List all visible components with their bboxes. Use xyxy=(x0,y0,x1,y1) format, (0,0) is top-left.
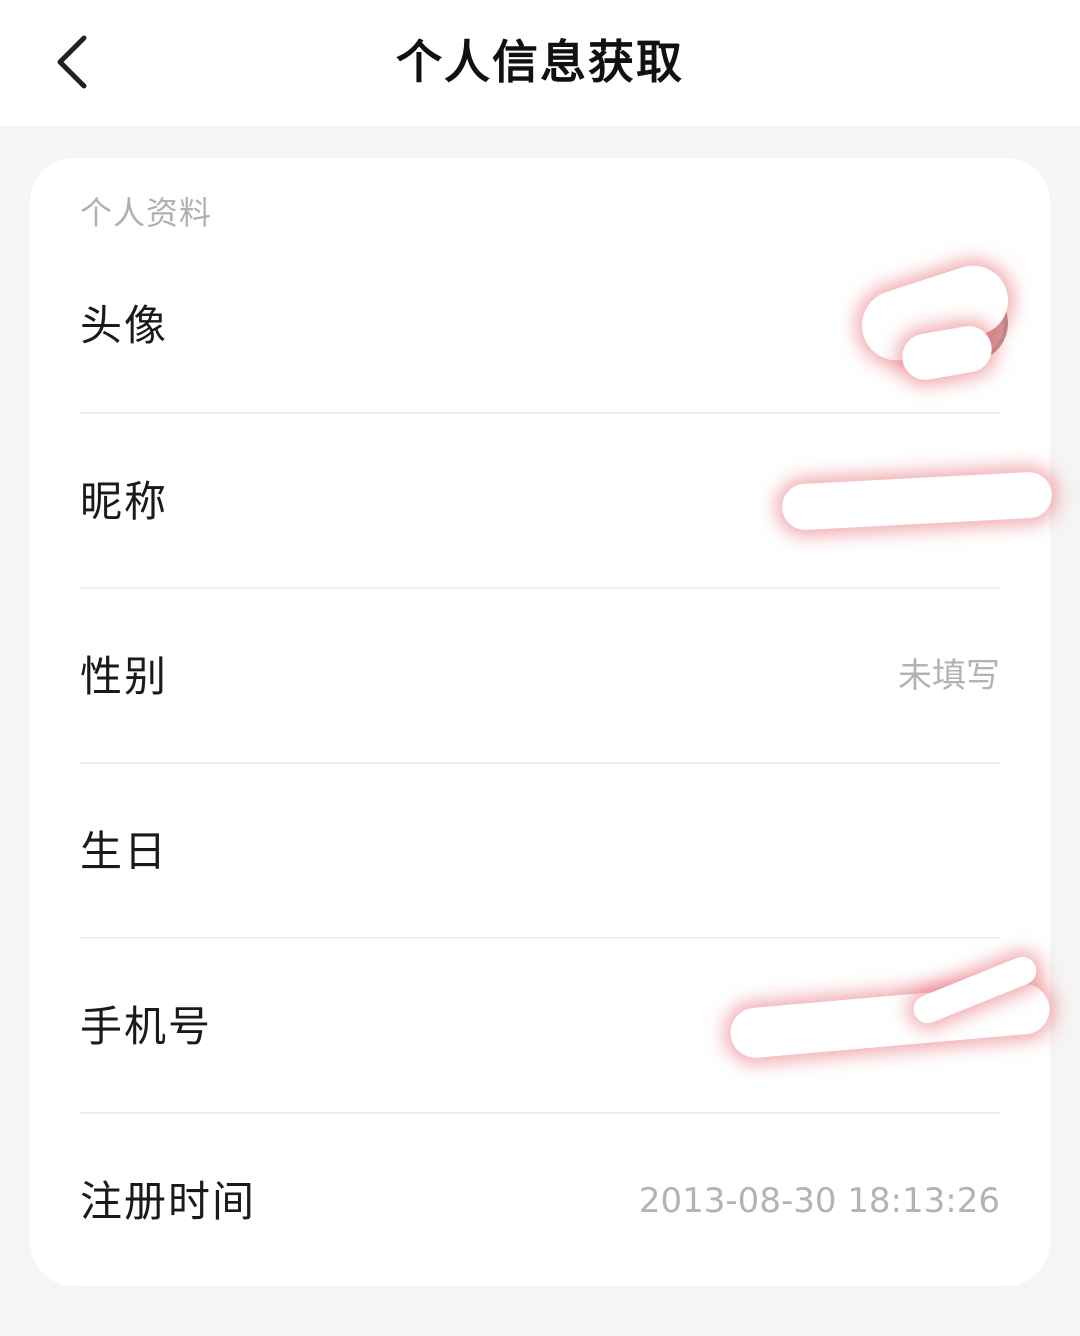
row-register-time: 注册时间 2013-08-30 18:13:26 xyxy=(80,1114,1000,1289)
profile-card: 个人资料 头像 昵称 性别 未填写 生日 手机号 注册时间 2013-08-30… xyxy=(30,158,1054,1289)
row-label-gender: 性别 xyxy=(80,652,169,701)
row-gender[interactable]: 性别 未填写 xyxy=(80,589,1000,764)
row-label-phone: 手机号 xyxy=(80,1002,213,1051)
page-title: 个人信息获取 xyxy=(396,35,684,89)
row-value-register-time: 2013-08-30 18:13:26 xyxy=(638,1181,1000,1221)
row-label-nickname: 昵称 xyxy=(80,477,169,526)
row-label-avatar: 头像 xyxy=(80,301,169,350)
row-value-gender: 未填写 xyxy=(898,656,1000,696)
row-label-birthday: 生日 xyxy=(80,827,169,876)
row-birthday[interactable]: 生日 xyxy=(80,764,1000,939)
top-bar: 个人信息获取 xyxy=(0,0,1080,126)
section-label: 个人资料 xyxy=(80,194,213,232)
row-label-register-time: 注册时间 xyxy=(80,1177,257,1226)
